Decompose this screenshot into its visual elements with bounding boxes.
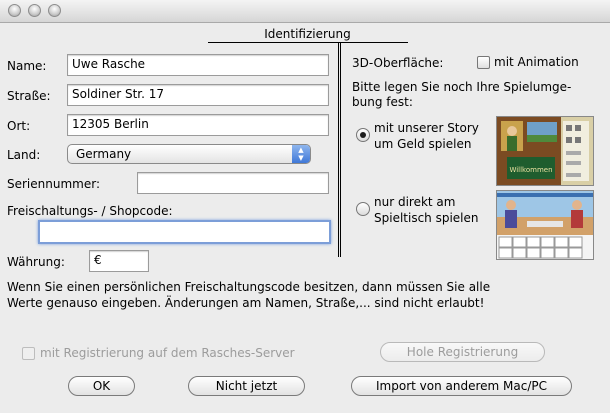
not-now-button[interactable]: Nicht jetzt (188, 376, 305, 396)
table-mode-radio[interactable] (356, 202, 370, 216)
country-select-value: Germany (76, 147, 132, 161)
server-registration-checkbox[interactable] (22, 347, 35, 360)
name-field[interactable]: Uwe Rasche (67, 54, 329, 76)
close-window-icon[interactable] (8, 4, 21, 17)
story-mode-label-line2[interactable]: um Geld spielen (374, 137, 471, 151)
section-title: Identifizierung (264, 27, 351, 41)
city-field[interactable]: 12305 Berlin (67, 114, 329, 136)
updown-arrows-icon: ▲ ▼ (292, 145, 310, 163)
ok-button[interactable]: OK (68, 376, 135, 396)
street-field[interactable]: Soldiner Str. 17 (67, 84, 329, 106)
serial-label: Seriennummer: (7, 177, 100, 191)
country-label: Land: (7, 148, 41, 162)
code-label: Freischaltungs- / Shopcode: (7, 204, 173, 218)
unlock-code-field[interactable] (38, 220, 331, 244)
minimize-window-icon[interactable] (28, 4, 41, 17)
environment-prompt-line1: Bitte legen Sie noch Ihre Spielumge- (352, 80, 572, 94)
table-mode-label-line1[interactable]: nur direkt am (374, 195, 455, 209)
table-mode-preview-image (496, 190, 594, 260)
import-button[interactable]: Import von anderem Mac/PC (351, 376, 572, 396)
registration-window: Identifizierung Name: Uwe Rasche Straße:… (0, 0, 610, 413)
info-text-line1: Wenn Sie einen persönlichen Freischaltun… (7, 280, 491, 294)
story-mode-label-line1[interactable]: mit unserer Story (374, 121, 479, 135)
surface-label: 3D-Oberfläche: (352, 56, 444, 70)
currency-label: Währung: (7, 255, 65, 269)
server-registration-label: mit Registrierung auf dem Rasches-Server (40, 346, 295, 360)
title-bar[interactable] (0, 0, 610, 23)
country-select[interactable]: Germany ▲ ▼ (67, 144, 311, 164)
table-mode-label-line2[interactable]: Spieltisch spielen (374, 211, 479, 225)
animation-label[interactable]: mit Animation (494, 55, 579, 69)
street-label: Straße: (7, 89, 51, 103)
story-mode-preview-image: Willkommen (496, 116, 594, 186)
zoom-window-icon[interactable] (48, 4, 61, 17)
fetch-registration-button[interactable]: Hole Registrierung (380, 342, 545, 362)
currency-field[interactable]: € (89, 250, 149, 272)
name-label: Name: (7, 59, 47, 73)
info-text-line2: Werte genauso eingeben. Änderungen am Na… (7, 296, 485, 310)
column-divider (338, 42, 341, 257)
svg-text:Willkommen: Willkommen (509, 166, 552, 174)
serial-number-field[interactable] (137, 172, 329, 194)
story-mode-radio[interactable] (356, 128, 370, 142)
city-label: Ort: (7, 119, 31, 133)
animation-checkbox[interactable] (477, 56, 490, 69)
title-divider (208, 42, 408, 43)
environment-prompt-line2: bung fest: (352, 95, 413, 109)
